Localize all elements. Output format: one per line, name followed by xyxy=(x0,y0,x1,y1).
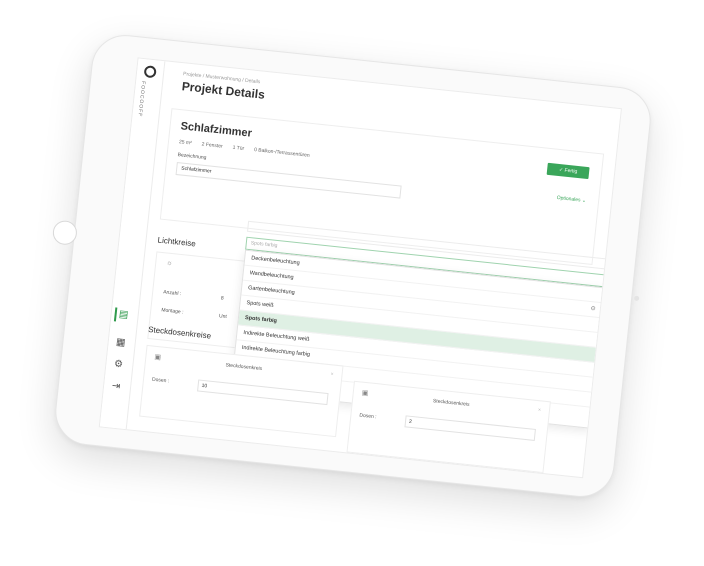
room-doors: 1 Tür xyxy=(232,144,245,152)
done-button[interactable]: ✓ Fertig xyxy=(546,162,590,180)
dosen-input[interactable]: 2 xyxy=(404,415,536,441)
bezeichnung-input[interactable]: Schlafzimmer xyxy=(175,162,402,199)
logo-text: FOOCOOFF xyxy=(136,80,147,118)
main-content: Projekte / Musterwohnung / Details Proje… xyxy=(126,61,621,477)
room-title: Schlafzimmer xyxy=(180,120,253,140)
anzahl-value[interactable]: 8 xyxy=(221,295,224,301)
montage-value[interactable]: Unt xyxy=(219,313,227,320)
home-button xyxy=(51,219,79,246)
camera-dot xyxy=(633,295,640,302)
settings-icon[interactable]: ⚙ xyxy=(111,357,126,372)
lichtkreise-title: Lichtkreise xyxy=(157,235,197,249)
dropdown-option-label: Wandbeleuchtung xyxy=(249,270,294,281)
folder-icon[interactable]: ▤ xyxy=(113,307,132,323)
room-area: 25 m² xyxy=(178,139,193,147)
montage-label: Montage : xyxy=(161,307,184,316)
bezeichnung-label: Bezeichnung xyxy=(177,152,207,162)
gear-icon[interactable]: ⚙ xyxy=(590,302,597,316)
close-icon[interactable]: × xyxy=(538,407,542,413)
dosen-input[interactable]: 10 xyxy=(197,379,329,406)
close-icon[interactable]: × xyxy=(330,371,334,377)
dosen-label: Dosen : xyxy=(151,376,170,385)
optional-link[interactable]: Optionales ⌄ xyxy=(556,195,586,204)
sun-icon: ☼ xyxy=(165,259,174,268)
dosen-label: Dosen : xyxy=(359,412,377,421)
image-icon[interactable]: ▦ xyxy=(113,335,128,350)
tablet-frame: FOOCOOFF ▤ ▦ ⚙ ⇥ Projekte / Musterwohnun… xyxy=(51,31,654,501)
logo-icon xyxy=(143,65,157,79)
room-windows: 2 Fenster xyxy=(201,141,223,150)
app-screen: FOOCOOFF ▤ ▦ ⚙ ⇥ Projekte / Musterwohnun… xyxy=(98,57,622,479)
anzahl-label: Anzahl : xyxy=(162,289,182,298)
room-balcony: 0 Balkon-/Terrassentüren xyxy=(253,147,310,159)
logout-icon[interactable]: ⇥ xyxy=(108,379,123,394)
